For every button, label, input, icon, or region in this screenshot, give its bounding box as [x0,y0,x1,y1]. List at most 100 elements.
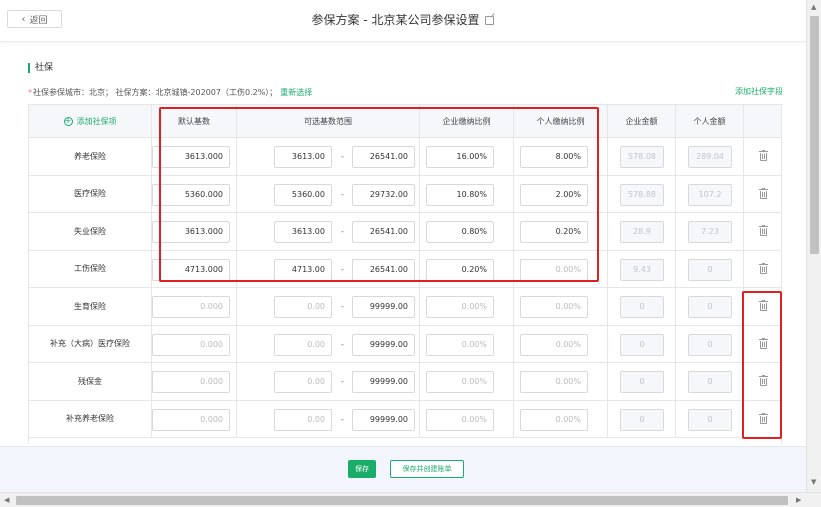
company-ratio-cell: 0.00% [420,325,514,362]
vertical-scroll-thumb[interactable] [810,16,819,254]
company-amount-cell: 0 [608,363,676,400]
range-max-input[interactable]: 26541.00 [352,146,415,168]
insurance-name-cell: 工伤保险 [29,250,152,287]
personal-ratio-input[interactable]: 0.00% [520,296,588,318]
scroll-left-icon[interactable]: ◀ [4,496,9,504]
default-base-cell: 0.000 [152,363,237,400]
page-title-text: 参保方案 - 北京某公司参保设置 [311,13,480,27]
personal-ratio-cell: 0.00% [514,400,608,437]
personal-ratio-input[interactable]: 0.00% [520,333,588,356]
insurance-name: 养老保险 [74,151,106,161]
company-ratio-cell: 0.00% [420,363,514,400]
save-and-create-bill-button[interactable]: 保存并创建账单 [390,460,464,478]
add-field-link[interactable]: 添加社保字段 [735,86,783,97]
insurance-name: 医疗保险 [74,189,106,199]
company-amount-field: 0 [620,371,664,393]
personal-ratio-input[interactable]: 0.00% [520,258,588,281]
personal-amount-field: 0 [688,408,732,431]
company-ratio-input[interactable]: 16.00% [426,146,494,168]
range-max-input[interactable]: 29732.00 [352,183,415,206]
default-base-input[interactable]: 3613.000 [152,146,230,168]
company-amount-field: 0 [620,408,664,431]
range-min-input[interactable]: 5360.00 [274,183,332,206]
range-max-input[interactable]: 26541.00 [352,221,415,243]
company-ratio-input[interactable]: 0.80% [426,221,494,243]
trash-icon[interactable] [759,337,768,349]
horizontal-scroll-thumb[interactable] [16,496,788,505]
default-base-input[interactable]: 0.000 [152,408,230,431]
range-min-input[interactable]: 0.00 [274,408,332,431]
header-personal-ratio: 个人缴纳比例 [514,105,608,137]
default-base-input[interactable]: 4713.000 [152,258,230,281]
range-separator: - [341,302,344,311]
default-base-input[interactable]: 0.000 [152,333,230,356]
scroll-up-icon[interactable]: ▲ [811,3,816,11]
company-ratio-input[interactable]: 0.00% [426,333,494,356]
company-amount-field: 0 [620,296,664,318]
trash-icon[interactable] [759,187,768,199]
range-max-input[interactable]: 99999.00 [352,333,415,356]
save-button[interactable]: 保存 [348,460,376,478]
company-ratio-cell: 0.00% [420,288,514,325]
default-base-input[interactable]: 3613.000 [152,221,230,243]
range-cell: 0.00-99999.00 [237,288,420,325]
scroll-down-icon[interactable]: ▼ [811,478,816,486]
personal-ratio-input[interactable]: 8.00% [520,146,588,168]
range-min-input[interactable]: 3613.00 [274,146,332,168]
personal-amount-cell: 0 [676,400,744,437]
company-ratio-input[interactable]: 0.00% [426,408,494,431]
add-insurance-button[interactable]: + 添加社保项 [29,105,152,137]
range-min-input[interactable]: 3613.00 [274,221,332,243]
horizontal-scrollbar[interactable]: ◀ ▶ [0,492,821,507]
personal-ratio-input[interactable]: 0.20% [520,221,588,243]
personal-ratio-cell: 2.00% [514,175,608,212]
insurance-name: 残保金 [78,376,102,386]
actions-cell [744,176,781,213]
range-min-input[interactable]: 0.00 [274,333,332,356]
trash-icon[interactable] [759,262,768,274]
personal-ratio-input[interactable]: 0.00% [520,408,588,431]
personal-amount-cell: 107.2 [676,175,744,212]
company-ratio-input[interactable]: 0.00% [426,296,494,318]
reselect-link[interactable]: 重新选择 [280,88,312,97]
range-max-input[interactable]: 99999.00 [352,408,415,431]
default-base-input[interactable]: 0.000 [152,296,230,318]
range-cell: 4713.00-26541.00 [237,250,420,287]
personal-amount-field: 7.23 [688,221,732,243]
company-ratio-cell: 10.80% [420,175,514,212]
range-max-input[interactable]: 99999.00 [352,371,415,393]
personal-amount-field: 107.2 [688,183,732,206]
personal-amount-field: 0 [688,258,732,281]
personal-amount-field: 0 [688,333,732,356]
range-min-input[interactable]: 0.00 [274,296,332,318]
vertical-scrollbar[interactable]: ▲ ▼ [806,0,821,492]
range-min-input[interactable]: 4713.00 [274,258,332,281]
company-ratio-input[interactable]: 0.20% [426,258,494,281]
personal-ratio-cell: 0.20% [514,213,608,250]
company-ratio-cell: 0.00% [420,400,514,437]
company-ratio-input[interactable]: 10.80% [426,183,494,206]
range-max-input[interactable]: 26541.00 [352,258,415,281]
range-max-input[interactable]: 99999.00 [352,296,415,318]
range-min-input[interactable]: 0.00 [274,371,332,393]
default-base-input[interactable]: 0.000 [152,371,230,393]
trash-icon[interactable] [759,300,768,312]
insurance-table: + 添加社保项 默认基数 可选基数范围 企业缴纳比例 个人缴纳比例 企业金额 个人… [28,104,782,444]
trash-icon[interactable] [759,412,768,424]
default-base-cell: 5360.000 [152,175,237,212]
plus-circle-icon: + [63,116,73,126]
personal-ratio-cell: 0.00% [514,250,608,287]
company-ratio-cell: 0.80% [420,213,514,250]
company-ratio-input[interactable]: 0.00% [426,371,494,393]
personal-ratio-input[interactable]: 0.00% [520,371,588,393]
default-base-input[interactable]: 5360.000 [152,183,230,206]
range-cell: 0.00-99999.00 [237,363,420,400]
range-separator: - [341,414,344,424]
table-row: 医疗保险 5360.000 5360.00-29732.00 10.80% 2.00% 5… [29,175,781,213]
trash-icon[interactable] [759,375,768,387]
scroll-right-icon[interactable]: ▶ [796,496,801,504]
trash-icon[interactable] [759,225,768,237]
personal-ratio-input[interactable]: 2.00% [520,183,588,206]
trash-icon[interactable] [759,150,768,162]
edit-icon[interactable] [485,16,495,25]
